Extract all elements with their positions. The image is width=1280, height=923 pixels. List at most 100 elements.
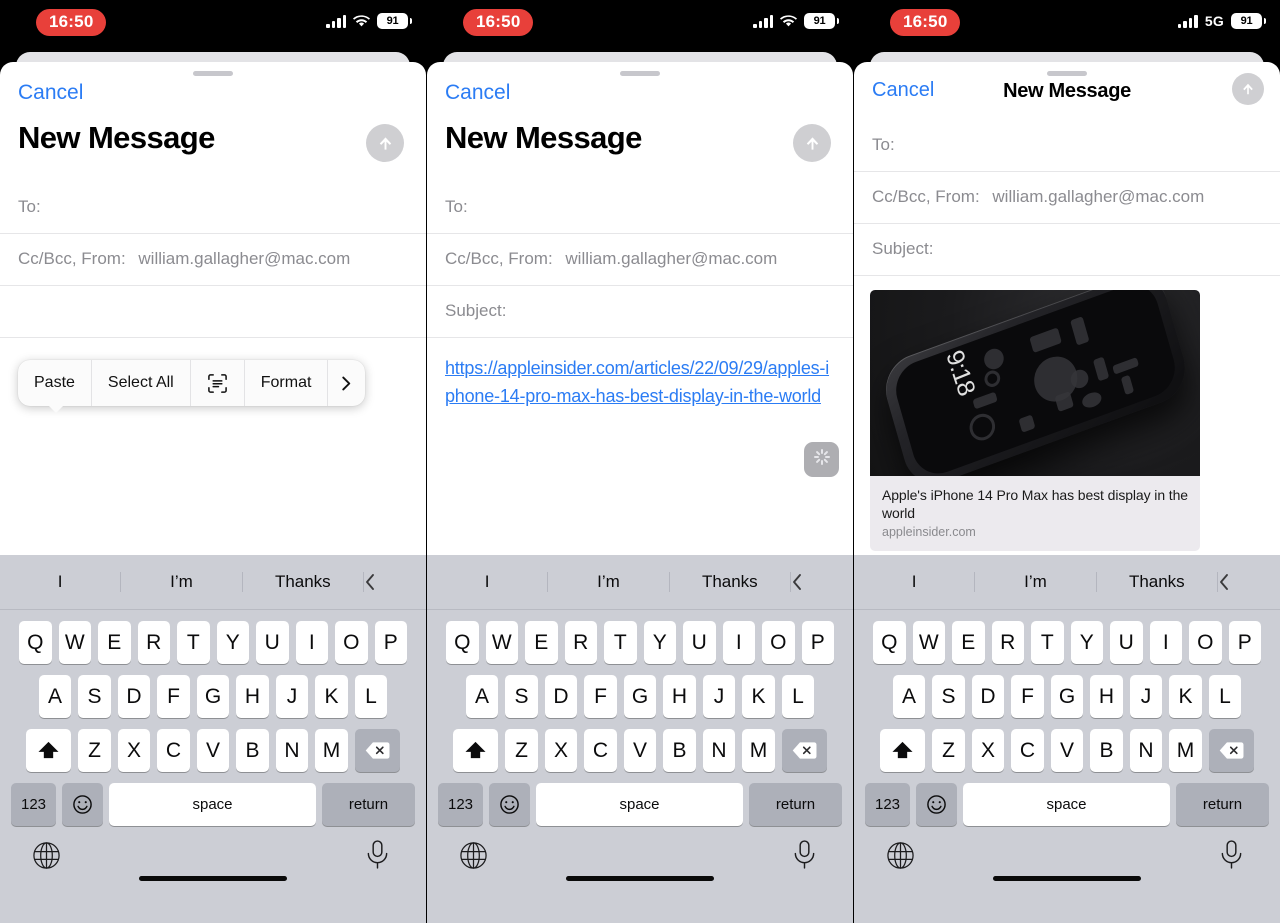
key-W[interactable]: W xyxy=(912,621,945,664)
to-field[interactable]: To: xyxy=(0,182,426,234)
key-L[interactable]: L xyxy=(781,675,815,718)
microphone-dictation-icon[interactable] xyxy=(1219,839,1244,870)
microphone-dictation-icon[interactable] xyxy=(792,839,817,870)
key-T[interactable]: T xyxy=(177,621,210,664)
key-E[interactable]: E xyxy=(952,621,985,664)
key-C[interactable]: C xyxy=(1011,729,1044,772)
prediction-1[interactable]: I’m xyxy=(121,572,243,592)
predictive-collapse-button[interactable] xyxy=(1218,572,1280,592)
key-K[interactable]: K xyxy=(742,675,775,718)
key-I[interactable]: I xyxy=(722,621,755,664)
send-button[interactable] xyxy=(1232,73,1264,105)
menu-item-scan-text[interactable] xyxy=(191,360,245,406)
key-C[interactable]: C xyxy=(157,729,190,772)
key-Y[interactable]: Y xyxy=(1070,621,1103,664)
key-C[interactable]: C xyxy=(584,729,617,772)
key-L[interactable]: L xyxy=(354,675,388,718)
key-Y[interactable]: Y xyxy=(216,621,249,664)
key-A[interactable]: A xyxy=(892,675,926,718)
key-T[interactable]: T xyxy=(604,621,637,664)
delete-key[interactable] xyxy=(781,729,827,772)
message-body-2[interactable]: https://appleinsider.com/articles/22/09/… xyxy=(427,338,853,477)
key-Y[interactable]: Y xyxy=(643,621,676,664)
space-key[interactable]: space xyxy=(963,783,1170,826)
key-B[interactable]: B xyxy=(236,729,269,772)
key-F[interactable]: F xyxy=(157,675,190,718)
key-U[interactable]: U xyxy=(683,621,716,664)
ccbcc-from-field[interactable]: Cc/Bcc, From: william.gallagher@mac.com xyxy=(0,234,426,286)
key-J[interactable]: J xyxy=(702,675,736,718)
prediction-2[interactable]: Thanks xyxy=(243,572,364,592)
key-T[interactable]: T xyxy=(1031,621,1064,664)
key-Q[interactable]: Q xyxy=(873,621,906,664)
key-L[interactable]: L xyxy=(1208,675,1242,718)
numbers-key[interactable]: 123 xyxy=(11,783,56,826)
shift-key[interactable] xyxy=(880,729,926,772)
link-preview-card[interactable]: 9:18 Apple's iPhone 14 Pro Max has best … xyxy=(870,290,1200,551)
subject-field-1[interactable] xyxy=(0,286,426,338)
key-U[interactable]: U xyxy=(1110,621,1143,664)
to-field[interactable]: To: xyxy=(427,182,853,234)
subject-field[interactable]: Subject: xyxy=(427,286,853,338)
key-K[interactable]: K xyxy=(315,675,348,718)
key-I[interactable]: I xyxy=(295,621,328,664)
key-M[interactable]: M xyxy=(1169,729,1202,772)
key-B[interactable]: B xyxy=(1090,729,1123,772)
ccbcc-from-field[interactable]: Cc/Bcc, From: william.gallagher@mac.com xyxy=(427,234,853,286)
pasted-url-link[interactable]: https://appleinsider.com/articles/22/09/… xyxy=(445,358,829,406)
space-key[interactable]: space xyxy=(536,783,743,826)
emoji-key[interactable] xyxy=(489,783,530,826)
return-key[interactable]: return xyxy=(749,783,842,826)
to-field[interactable]: To: xyxy=(854,120,1280,172)
key-W[interactable]: W xyxy=(58,621,91,664)
globe-language-icon[interactable] xyxy=(32,841,61,870)
key-N[interactable]: N xyxy=(1129,729,1163,772)
key-P[interactable]: P xyxy=(1228,621,1261,664)
delete-key[interactable] xyxy=(354,729,400,772)
key-G[interactable]: G xyxy=(1050,675,1084,718)
predictive-collapse-button[interactable] xyxy=(791,572,853,592)
prediction-1[interactable]: I’m xyxy=(548,572,670,592)
numbers-key[interactable]: 123 xyxy=(865,783,910,826)
key-W[interactable]: W xyxy=(485,621,518,664)
key-O[interactable]: O xyxy=(762,621,795,664)
prediction-2[interactable]: Thanks xyxy=(1097,572,1218,592)
key-G[interactable]: G xyxy=(623,675,657,718)
key-S[interactable]: S xyxy=(932,675,965,718)
key-D[interactable]: D xyxy=(117,675,151,718)
key-Z[interactable]: Z xyxy=(78,729,111,772)
predictive-collapse-button[interactable] xyxy=(364,572,426,592)
key-X[interactable]: X xyxy=(971,729,1005,772)
shift-key[interactable] xyxy=(453,729,499,772)
key-I[interactable]: I xyxy=(1149,621,1182,664)
key-K[interactable]: K xyxy=(1169,675,1202,718)
key-D[interactable]: D xyxy=(544,675,578,718)
prediction-0[interactable]: I xyxy=(427,572,549,592)
key-R[interactable]: R xyxy=(991,621,1024,664)
microphone-dictation-icon[interactable] xyxy=(365,839,390,870)
key-V[interactable]: V xyxy=(196,729,230,772)
key-P[interactable]: P xyxy=(801,621,834,664)
key-G[interactable]: G xyxy=(196,675,230,718)
send-button[interactable] xyxy=(366,124,404,162)
key-F[interactable]: F xyxy=(1011,675,1044,718)
return-key[interactable]: return xyxy=(1176,783,1269,826)
subject-field[interactable]: Subject: xyxy=(854,224,1280,276)
key-V[interactable]: V xyxy=(1050,729,1084,772)
prediction-0[interactable]: I xyxy=(0,572,122,592)
send-button[interactable] xyxy=(793,124,831,162)
key-X[interactable]: X xyxy=(544,729,578,772)
key-S[interactable]: S xyxy=(78,675,111,718)
key-E[interactable]: E xyxy=(525,621,558,664)
key-V[interactable]: V xyxy=(623,729,657,772)
key-P[interactable]: P xyxy=(374,621,407,664)
key-A[interactable]: A xyxy=(465,675,499,718)
key-Q[interactable]: Q xyxy=(19,621,52,664)
key-X[interactable]: X xyxy=(117,729,151,772)
key-J[interactable]: J xyxy=(275,675,309,718)
key-U[interactable]: U xyxy=(256,621,289,664)
key-M[interactable]: M xyxy=(742,729,775,772)
emoji-key[interactable] xyxy=(916,783,957,826)
globe-language-icon[interactable] xyxy=(459,841,488,870)
key-O[interactable]: O xyxy=(335,621,368,664)
